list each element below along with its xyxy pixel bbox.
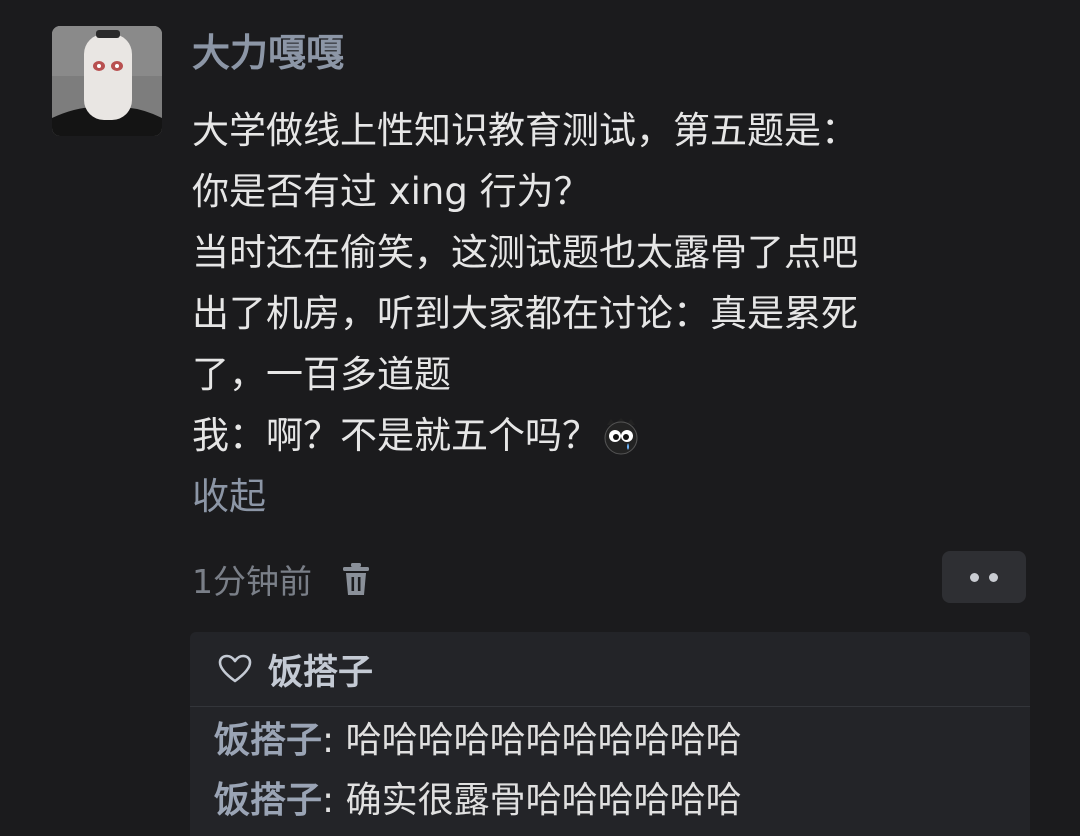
reply-author[interactable]: 饭搭子 [214, 780, 322, 821]
liker-name[interactable]: 饭搭子 [268, 644, 373, 695]
avatar-photo-icon [52, 26, 162, 136]
divider [190, 706, 1030, 707]
more-dot [989, 572, 998, 582]
reply-text: 哈哈哈哈哈哈哈哈哈哈哈 [345, 720, 742, 761]
more-dot [970, 572, 979, 582]
more-button[interactable] [942, 551, 1026, 603]
comment-line: 你是否有过 xing 行为？ [192, 170, 591, 213]
crying-emoji-icon [601, 413, 641, 474]
timestamp: 1分钟前 [192, 562, 312, 601]
likes-row: 饭搭子 [218, 642, 373, 696]
avatar[interactable] [52, 26, 162, 136]
reply-item[interactable]: 饭搭子: 确实很露骨哈哈哈哈哈哈 [214, 774, 742, 828]
comment-line: 了，一百多道题 [192, 353, 451, 396]
comment-screen: 大力嘎嘎 大学做线上性知识教育测试，第五题是： 你是否有过 xing 行为？ 当… [0, 0, 1080, 836]
trash-icon[interactable] [340, 561, 372, 597]
reply-separator: : [322, 720, 346, 761]
comment-line: 大学做线上性知识教育测试，第五题是： [192, 109, 858, 152]
comment-body: 大学做线上性知识教育测试，第五题是： 你是否有过 xing 行为？ 当时还在偷笑… [192, 100, 1042, 466]
author-name[interactable]: 大力嘎嘎 [192, 26, 344, 80]
reply-author[interactable]: 饭搭子 [214, 720, 322, 761]
reply-separator: : [322, 780, 346, 821]
comment-line-text: 我：啊？不是就五个吗？ [192, 414, 599, 457]
comment-meta: 1分钟前 [192, 552, 372, 606]
comment-last-line: 我：啊？不是就五个吗？ [192, 405, 1042, 466]
collapse-link[interactable]: 收起 [192, 470, 266, 524]
reply-text: 确实很露骨哈哈哈哈哈哈 [345, 780, 742, 821]
heart-icon[interactable] [218, 654, 252, 684]
likes-and-replies: 饭搭子 饭搭子: 哈哈哈哈哈哈哈哈哈哈哈 饭搭子: 确实很露骨哈哈哈哈哈哈 [190, 632, 1030, 836]
comment-line: 当时还在偷笑，这测试题也太露骨了点吧 [192, 231, 858, 274]
reply-item[interactable]: 饭搭子: 哈哈哈哈哈哈哈哈哈哈哈 [214, 714, 742, 768]
comment-line: 出了机房，听到大家都在讨论：真是累死 [192, 292, 858, 335]
